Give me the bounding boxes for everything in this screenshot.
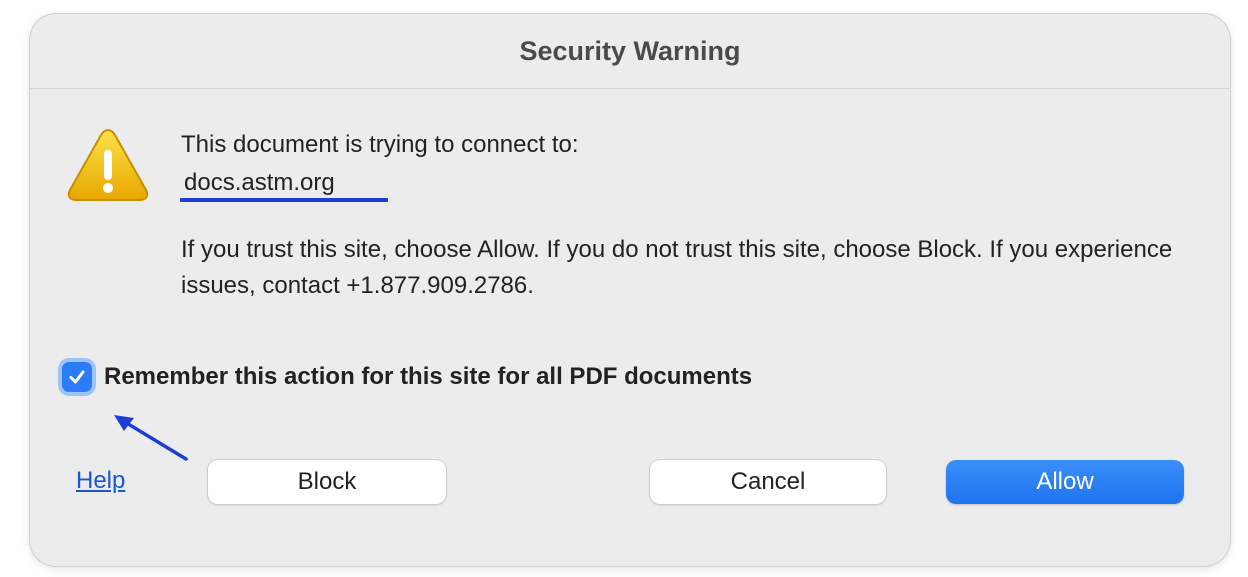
dialog-title: Security Warning: [519, 35, 741, 66]
arrow-icon: [114, 415, 188, 461]
allow-button[interactable]: Allow: [946, 460, 1184, 504]
remember-label: Remember this action for this site for a…: [104, 363, 753, 390]
help-link[interactable]: Help: [76, 467, 125, 495]
warning-triangle-icon: [67, 128, 149, 201]
security-warning-dialog: Security Warning This document is trying…: [30, 14, 1230, 566]
cancel-button[interactable]: Cancel: [650, 460, 886, 504]
remember-action-row[interactable]: Remember this action for this site for a…: [62, 362, 752, 392]
connection-message: This document is trying to connect to:: [181, 131, 579, 158]
remember-checkbox[interactable]: [62, 362, 92, 392]
checkmark-icon: [69, 370, 85, 384]
site-annotation-underline: [180, 198, 388, 202]
site-name: docs.astm.org: [184, 169, 335, 196]
dialog-titlebar: Security Warning: [30, 14, 1230, 89]
block-button[interactable]: Block: [208, 460, 446, 504]
trust-info-text: If you trust this site, choose Allow. If…: [181, 236, 1173, 299]
